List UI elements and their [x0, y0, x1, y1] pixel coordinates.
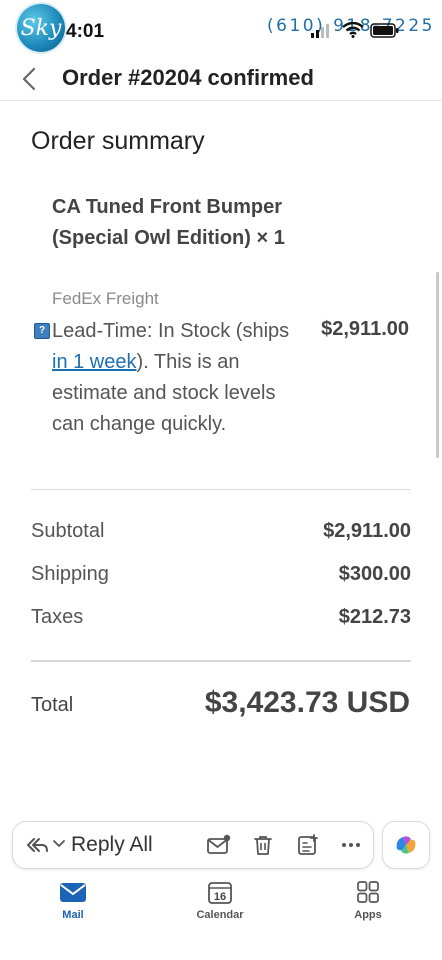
total-label: Total — [31, 694, 74, 716]
subtotal-value: $2,911.00 — [323, 520, 411, 542]
reply-all-button[interactable]: Reply All — [71, 833, 153, 857]
taxes-label: Taxes — [31, 606, 84, 628]
taxes-value: $212.73 — [338, 606, 411, 628]
lead-time-link[interactable]: in 1 week — [52, 351, 137, 373]
tab-bar: Mail 16 Calendar Apps — [0, 878, 442, 960]
tab-calendar[interactable]: 16 Calendar — [180, 880, 260, 921]
status-bar: Sky 4:01 (610) 918-7225 — [0, 0, 442, 58]
tab-label: Mail — [62, 909, 84, 921]
divider — [31, 660, 411, 662]
copilot-icon — [396, 836, 416, 854]
shipping-label: Shipping — [31, 563, 109, 585]
item-price: $2,911.00 — [321, 318, 409, 340]
copilot-button[interactable] — [382, 821, 430, 869]
calendar-date: 16 — [214, 891, 226, 903]
more-icon[interactable] — [341, 842, 361, 848]
shipping-row: Shipping $300.00 — [31, 563, 411, 586]
order-summary-heading: Order summary — [31, 127, 205, 155]
divider — [31, 489, 411, 490]
message-action-bar: Reply All — [12, 821, 374, 869]
shipping-method: FedEx Freight — [52, 289, 159, 308]
chevron-down-icon[interactable] — [53, 840, 65, 848]
tab-mail[interactable]: Mail — [33, 880, 113, 921]
taxes-row: Taxes $212.73 — [31, 606, 411, 629]
mark-unread-icon[interactable] — [207, 834, 231, 856]
lead-time-prefix: Lead-Time: In Stock (ships — [52, 320, 290, 342]
status-icons — [310, 22, 410, 40]
tab-label: Apps — [354, 909, 382, 921]
subtotal-label: Subtotal — [31, 520, 105, 542]
apps-icon — [357, 881, 379, 903]
nav-header: Order #20204 confirmed — [0, 58, 442, 101]
reply-all-icon[interactable] — [25, 835, 49, 855]
mail-icon — [60, 883, 86, 902]
signal-icon — [311, 24, 329, 38]
scrollbar[interactable] — [436, 272, 439, 458]
lead-time-text: Lead-Time: In Stock (ships in 1 week). T… — [52, 316, 297, 440]
sky-logo: Sky — [17, 4, 65, 52]
subtotal-row: Subtotal $2,911.00 — [31, 520, 411, 543]
email-subject-title: Order #20204 confirmed — [62, 65, 314, 90]
trash-icon[interactable] — [252, 834, 274, 856]
status-time: 4:01 — [66, 21, 105, 42]
shipping-value: $300.00 — [338, 563, 411, 585]
calendar-icon: 16 — [208, 882, 232, 904]
wifi-icon — [342, 22, 364, 38]
product-name: CA Tuned Front Bumper (Special Owl Editi… — [52, 196, 285, 249]
total-value: $3,423.73 USD — [204, 686, 410, 719]
info-icon: ? — [34, 323, 50, 339]
back-chevron-icon[interactable] — [18, 66, 42, 92]
add-task-icon[interactable] — [297, 834, 319, 856]
tab-label: Calendar — [196, 909, 244, 921]
tab-apps[interactable]: Apps — [328, 880, 408, 921]
battery-icon — [370, 23, 399, 38]
